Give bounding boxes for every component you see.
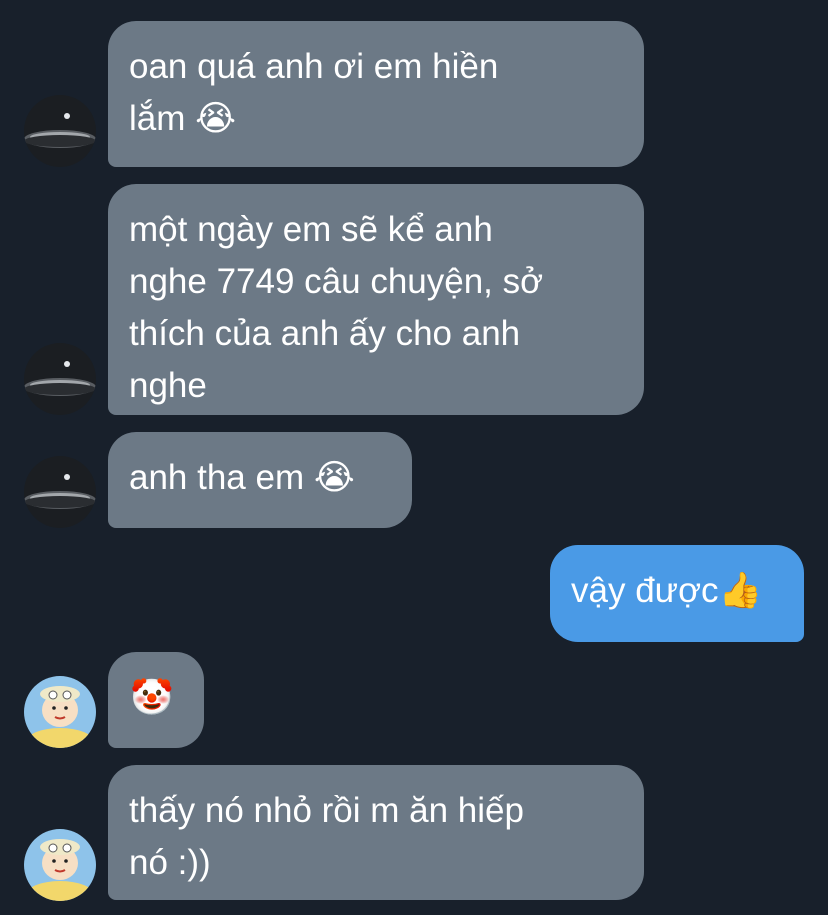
- message-bubble[interactable]: oan quá anh ơi em hiền lắm 😭: [108, 21, 644, 167]
- message-bubble-outgoing[interactable]: vậy được👍: [550, 545, 804, 642]
- dark-orb-avatar[interactable]: [24, 456, 96, 528]
- dark-orb-avatar[interactable]: [24, 95, 96, 167]
- dark-orb-icon: [24, 456, 96, 528]
- message-bubble[interactable]: 🤡: [108, 652, 204, 748]
- dark-orb-icon: [24, 343, 96, 415]
- cartoon-boy-icon: [24, 676, 96, 748]
- cartoon-boy-avatar[interactable]: [24, 829, 96, 901]
- dark-orb-icon: [24, 95, 96, 167]
- cartoon-boy-icon: [24, 829, 96, 901]
- message-bubble[interactable]: thấy nó nhỏ rồi m ăn hiếp nó :)): [108, 765, 644, 900]
- cartoon-boy-avatar[interactable]: [24, 676, 96, 748]
- message-bubble[interactable]: một ngày em sẽ kể anh nghe 7749 câu chuy…: [108, 184, 644, 415]
- dark-orb-avatar[interactable]: [24, 343, 96, 415]
- message-bubble[interactable]: anh tha em 😭: [108, 432, 412, 528]
